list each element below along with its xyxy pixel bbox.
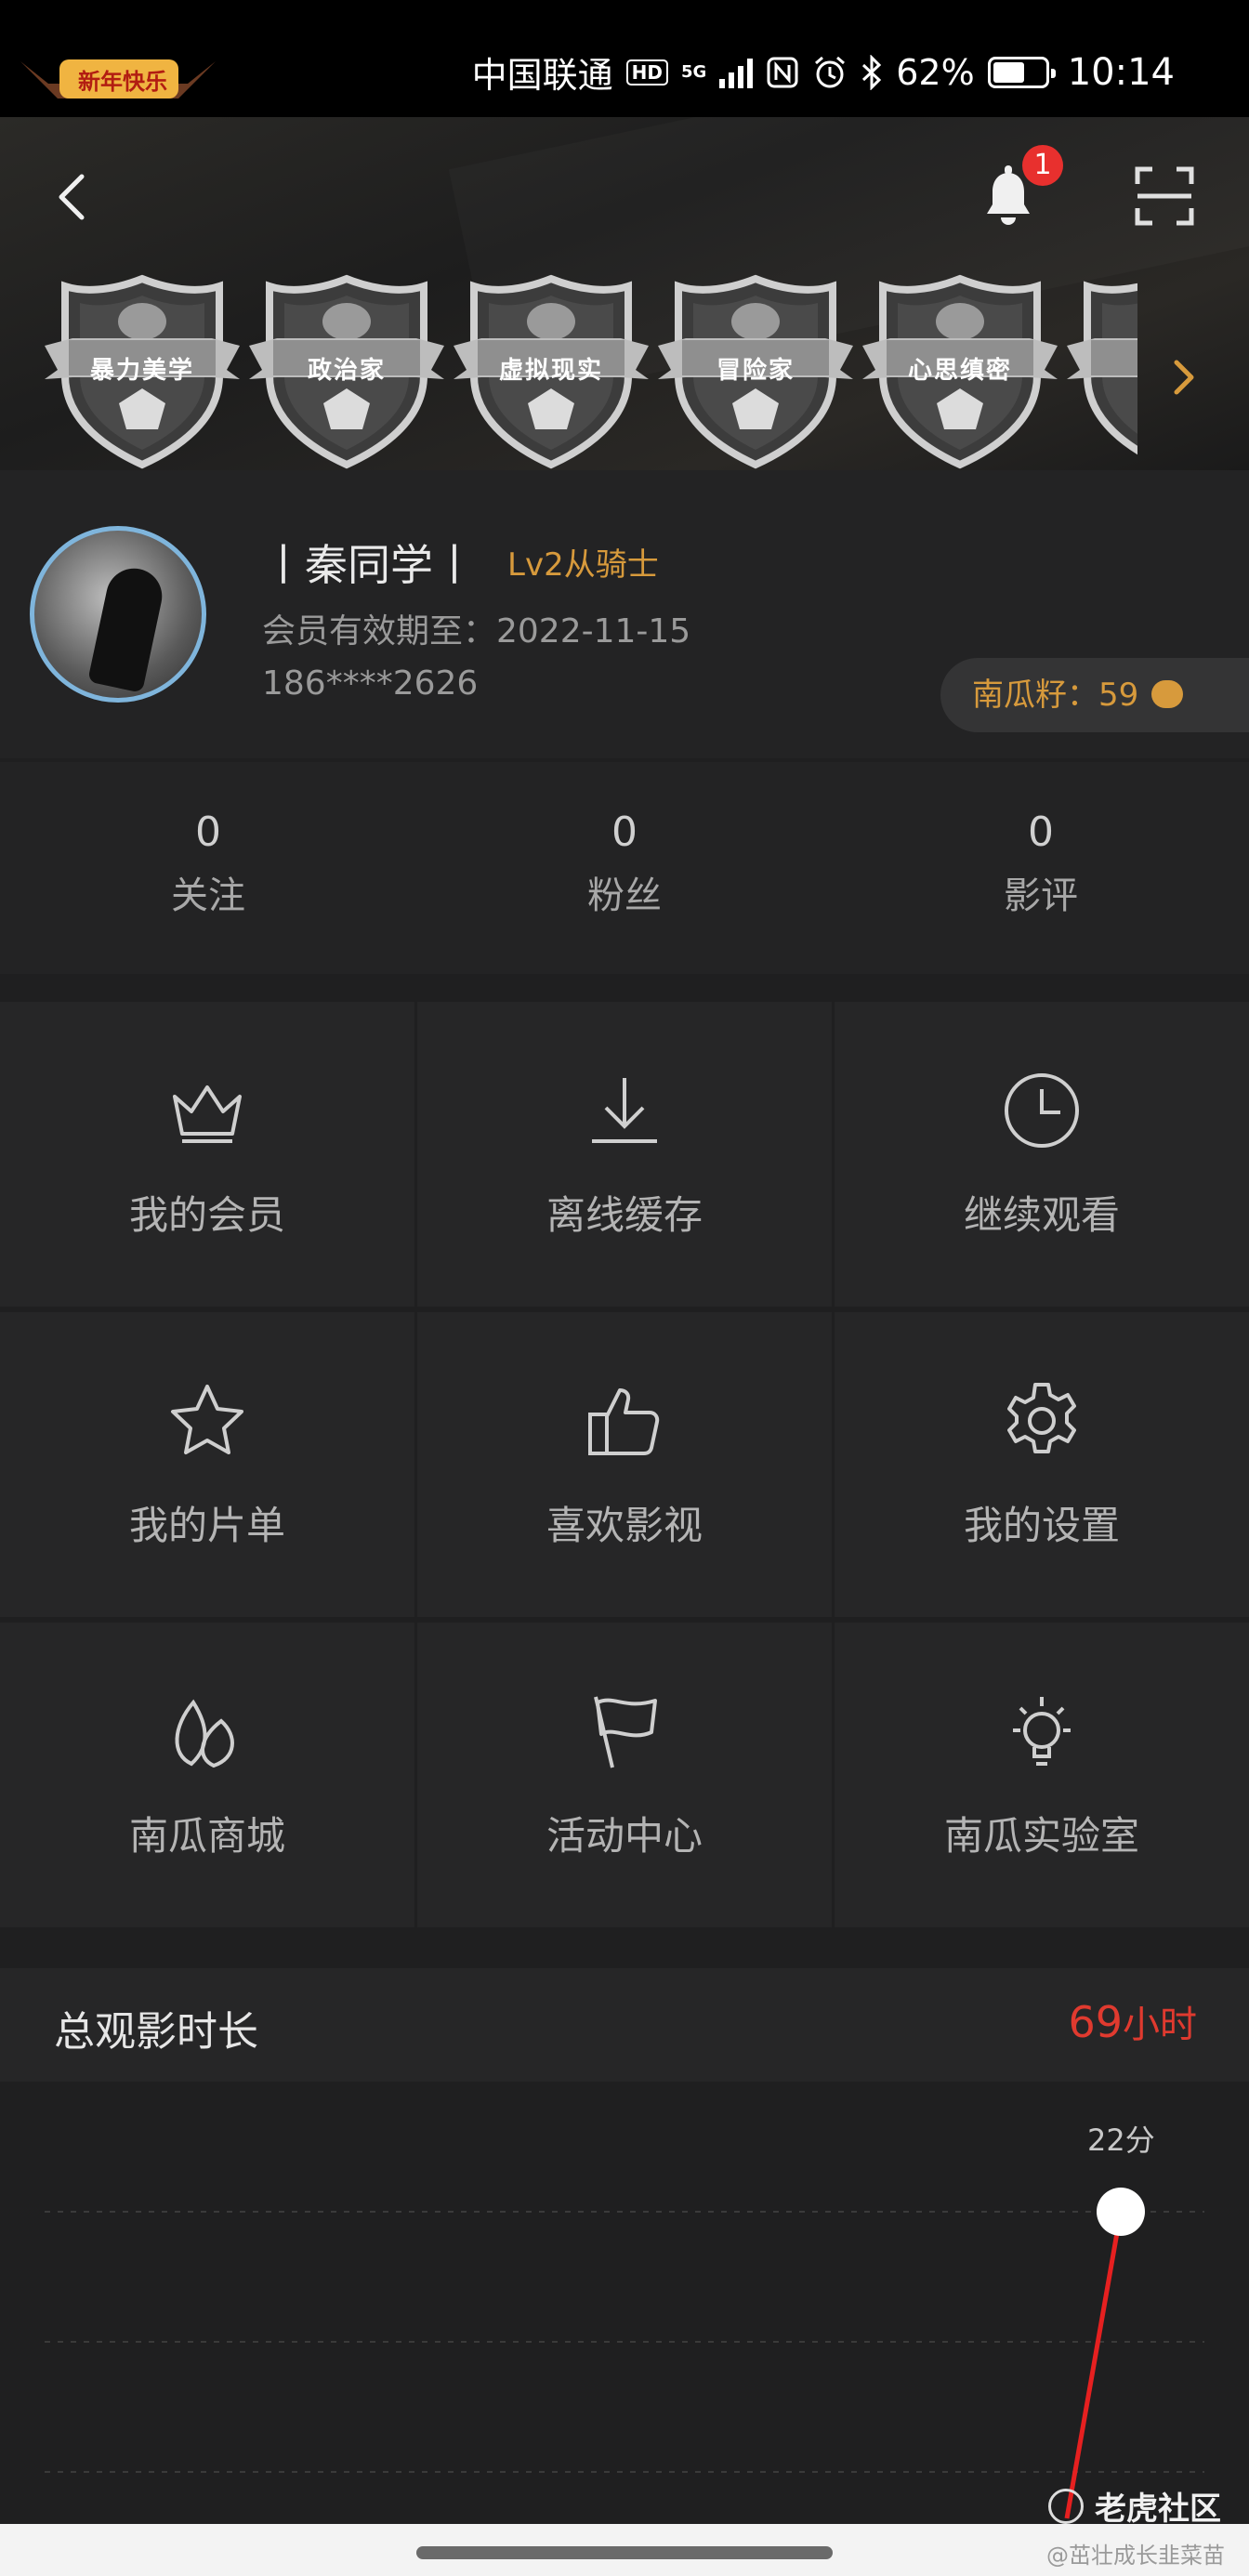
network-type: 5G — [680, 61, 707, 82]
profile-header: 1 暴力美学 政治家 虚拟现实 冒险家 心思缜密 闪 — [0, 117, 1249, 470]
download-icon — [592, 1078, 657, 1143]
achievement-badge[interactable]: 政治家 — [249, 273, 444, 470]
badge-label: 心思缜密 — [907, 357, 1012, 385]
avatar[interactable] — [30, 526, 206, 703]
menu-label: 我的会员 — [128, 1192, 285, 1238]
menu-offline-cache[interactable]: 离线缓存 — [417, 1002, 832, 1307]
stat-label: 粉丝 — [587, 874, 662, 917]
scan-icon[interactable] — [1132, 164, 1197, 229]
achievement-badges: 暴力美学 政治家 虚拟现实 冒险家 心思缜密 闪 — [45, 273, 1137, 470]
gear-icon — [1007, 1383, 1076, 1453]
achievement-badge[interactable]: 闪 — [1067, 273, 1137, 470]
chevron-right-icon[interactable] — [1165, 349, 1203, 405]
menu-my-membership[interactable]: 我的会员 — [0, 1002, 414, 1307]
achievement-badge[interactable]: 冒险家 — [658, 273, 853, 470]
battery-icon — [987, 56, 1056, 88]
crown-icon — [173, 1085, 242, 1143]
watch-time-value: 69小时 — [1068, 1997, 1197, 2047]
hat-label: 新年快乐 — [78, 69, 167, 95]
watch-time-title: 总观影时长 — [54, 2008, 258, 2056]
watermark-credit: @茁壮成长韭菜苗 — [1046, 2543, 1225, 2569]
badge-label: 虚拟现实 — [498, 357, 603, 385]
notification-badge: 1 — [1022, 145, 1063, 186]
phone-number: 186****2626 — [262, 664, 479, 703]
stat-following[interactable]: 0 关注 — [0, 808, 416, 919]
badge-label: 冒险家 — [716, 357, 795, 385]
menu-settings[interactable]: 我的设置 — [835, 1312, 1249, 1617]
menu-label: 南瓜实验室 — [943, 1813, 1139, 1859]
menu-grid: 我的会员 离线缓存 继续观看 我的片单 喜欢影视 我的设置 南瓜商城 活动中心 … — [0, 1002, 1249, 1927]
stat-count: 0 — [1028, 808, 1054, 856]
menu-label: 离线缓存 — [546, 1192, 703, 1238]
menu-label: 南瓜商城 — [128, 1813, 285, 1859]
user-name: 丨秦同学丨 — [262, 540, 476, 590]
chart-point-label: 22分 — [1087, 2123, 1155, 2158]
thumbs-up-icon — [588, 1388, 660, 1455]
watch-time-header[interactable]: 总观影时长 69小时 — [0, 1968, 1249, 2082]
leaf-icon — [175, 1699, 234, 1768]
menu-label: 我的片单 — [128, 1503, 285, 1548]
watermark-text: 老虎社区 — [1095, 2491, 1221, 2528]
achievement-badge[interactable]: 虚拟现实 — [454, 273, 649, 470]
pumpkin-seeds-pill[interactable]: 南瓜籽：59 — [940, 658, 1249, 732]
star-icon — [171, 1385, 243, 1454]
tiger-logo-icon — [1048, 2488, 1084, 2524]
badge-label: 政治家 — [307, 357, 386, 385]
menu-liked[interactable]: 喜欢影视 — [417, 1312, 832, 1617]
user-level[interactable]: Lv2从骑士 — [507, 539, 659, 585]
stat-label: 关注 — [171, 874, 245, 917]
clock-time: 10:14 — [1067, 50, 1175, 94]
menu-my-playlist[interactable]: 我的片单 — [0, 1312, 414, 1617]
menu-label: 活动中心 — [546, 1813, 703, 1859]
achievement-badge[interactable]: 心思缜密 — [862, 273, 1058, 470]
back-icon[interactable] — [46, 164, 99, 229]
stat-label: 影评 — [1004, 874, 1078, 917]
home-indicator[interactable] — [416, 2546, 833, 2559]
watermark: 老虎社区 — [1048, 2483, 1221, 2529]
menu-label: 继续观看 — [963, 1192, 1120, 1238]
achievement-badge[interactable]: 暴力美学 — [45, 273, 240, 470]
menu-pumpkin-mall[interactable]: 南瓜商城 — [0, 1623, 414, 1927]
badge-label: 暴力美学 — [89, 357, 194, 385]
bulb-icon — [1013, 1697, 1071, 1766]
alarm-icon — [815, 56, 846, 87]
flag-icon — [594, 1696, 657, 1768]
stat-fans[interactable]: 0 粉丝 — [416, 808, 833, 919]
stat-count: 0 — [195, 808, 221, 856]
signal-icon — [719, 57, 754, 88]
menu-activity-center[interactable]: 活动中心 — [417, 1623, 832, 1927]
menu-pumpkin-lab[interactable]: 南瓜实验室 — [835, 1623, 1249, 1927]
bluetooth-icon — [862, 54, 882, 90]
hd-badge: HD — [625, 59, 668, 85]
pumpkin-seeds-label: 南瓜籽：59 — [972, 677, 1139, 714]
membership-expiry: 会员有效期至：2022-11-15 — [262, 612, 691, 651]
menu-label: 喜欢影视 — [546, 1503, 703, 1548]
stat-reviews[interactable]: 0 影评 — [833, 808, 1249, 919]
watch-time-line-chart — [45, 2188, 1204, 2519]
carrier-name: 中国联通 — [471, 55, 613, 96]
stat-count: 0 — [611, 808, 638, 856]
chart-point[interactable] — [1097, 2188, 1145, 2236]
nfc-icon — [767, 57, 798, 87]
watch-time-chart: 22分 — [0, 2082, 1249, 2528]
badge-label: 闪 — [1095, 351, 1137, 386]
clock-icon — [1005, 1073, 1079, 1148]
menu-label: 我的设置 — [963, 1503, 1120, 1548]
battery-percent: 62% — [896, 51, 975, 93]
pumpkin-icon — [1151, 679, 1184, 708]
menu-continue-watching[interactable]: 继续观看 — [835, 1002, 1249, 1307]
stats-row: 0 关注 0 粉丝 0 影评 — [0, 762, 1249, 974]
